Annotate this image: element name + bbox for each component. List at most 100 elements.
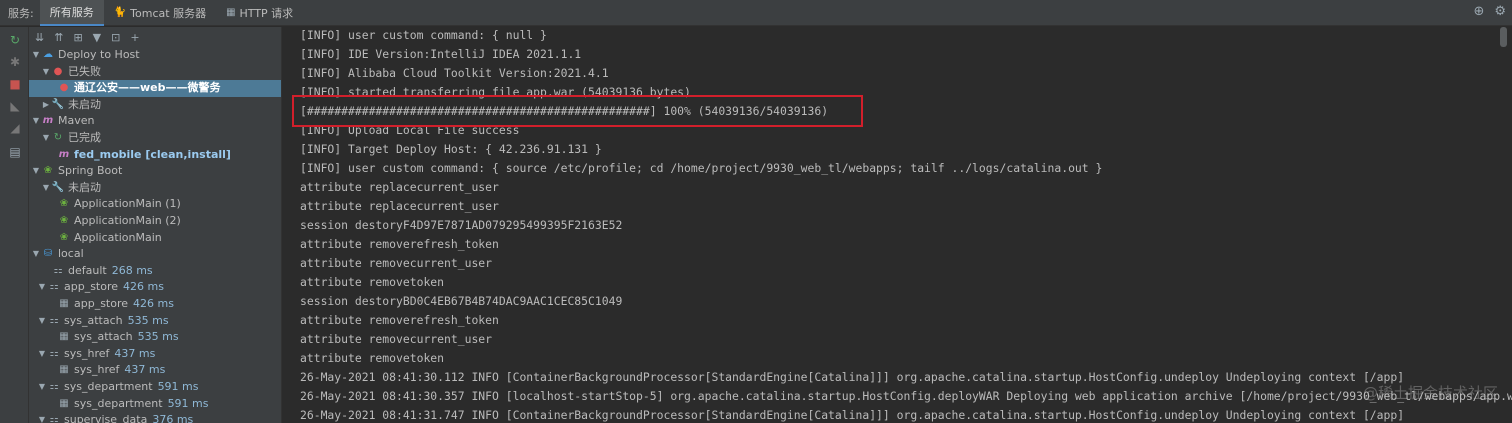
tree-item-application-main[interactable]: ❀ ApplicationMain bbox=[29, 230, 281, 247]
rerun-icon: ↻ bbox=[53, 132, 63, 143]
layout-icon[interactable]: ▤ bbox=[8, 145, 22, 159]
tomcat-icon: 🐈 bbox=[113, 7, 127, 18]
stop-icon[interactable]: ■ bbox=[8, 77, 22, 91]
topbar-actions: ⊕ ⚙ bbox=[1473, 4, 1506, 19]
tree-item-label: Deploy to Host bbox=[58, 48, 140, 61]
tree-item-sys-href-table[interactable]: ▦ sys_href 437 ms bbox=[29, 362, 281, 379]
maven-icon: m bbox=[42, 115, 54, 127]
group-icon[interactable]: ⊞ bbox=[73, 31, 82, 44]
error-icon: ● bbox=[53, 65, 63, 77]
console-output[interactable]: [INFO] user custom command: { null } [IN… bbox=[283, 27, 1512, 423]
chevron-down-icon[interactable]: ▼ bbox=[37, 279, 47, 296]
chevron-down-icon[interactable]: ▼ bbox=[31, 163, 41, 180]
table-icon: ▦ bbox=[59, 298, 69, 309]
console-line: attribute removecurrent_user bbox=[300, 256, 493, 270]
tree-item-app-store-table[interactable]: ▦ app_store 426 ms bbox=[29, 296, 281, 313]
tree-item-label: ApplicationMain (2) bbox=[74, 214, 181, 227]
filter-icon[interactable]: ▼ bbox=[93, 31, 101, 44]
tree-item-local[interactable]: ▼ ⛁ local bbox=[29, 246, 281, 263]
tab-http-request[interactable]: ▦ HTTP 请求 bbox=[216, 0, 303, 26]
new-tab-icon[interactable]: ⊡ bbox=[111, 31, 120, 44]
tree-item-deploy-target[interactable]: ● 通辽公安——web——微警务 bbox=[29, 80, 281, 97]
duration-label: 426 ms bbox=[123, 280, 164, 294]
tree-item-label: sys_attach bbox=[74, 330, 133, 344]
tree-item-application-main-2[interactable]: ❀ ApplicationMain (2) bbox=[29, 213, 281, 230]
expand-all-icon[interactable]: ⇊ bbox=[35, 31, 44, 44]
console-line: attribute removerefresh_token bbox=[300, 313, 499, 327]
wrench-icon: 🔧 bbox=[51, 181, 65, 193]
console-line: 26-May-2021 08:41:31.747 INFO [Container… bbox=[300, 408, 1405, 422]
progress-highlight-box bbox=[292, 95, 863, 127]
tree-item-spring-boot[interactable]: ▼ ❀ Spring Boot bbox=[29, 163, 281, 180]
console-icon: ⚏ bbox=[49, 314, 59, 326]
tree-item-label: app_store bbox=[74, 297, 129, 310]
tree-item-sys-href[interactable]: ▼ ⚏ sys_href 437 ms bbox=[29, 346, 281, 363]
tree-toolbar: ⇊ ⇈ ⊞ ▼ ⊡ + bbox=[29, 27, 281, 47]
tree-item-label: Spring Boot bbox=[58, 164, 123, 178]
chevron-down-icon[interactable]: ▼ bbox=[37, 412, 47, 423]
tree-item-label: fed_mobile [clean,install] bbox=[74, 147, 231, 161]
console-icon: ⚏ bbox=[49, 281, 59, 293]
wrench-icon: 🔧 bbox=[51, 98, 65, 110]
console-scrollbar[interactable] bbox=[1500, 27, 1507, 47]
tab-tomcat[interactable]: 🐈 Tomcat 服务器 bbox=[104, 0, 216, 26]
chevron-down-icon[interactable]: ▼ bbox=[41, 180, 51, 197]
deploy-icon[interactable]: ◣ bbox=[8, 99, 22, 113]
tree-item-sys-department[interactable]: ▼ ⚏ sys_department 591 ms bbox=[29, 379, 281, 396]
tree-item-label: 已失败 bbox=[68, 64, 101, 78]
undeploy-icon[interactable]: ◢ bbox=[8, 121, 22, 135]
gear-icon[interactable]: ⚙ bbox=[1494, 4, 1506, 19]
spring-icon: ❀ bbox=[59, 198, 69, 210]
tree-item-sys-attach-table[interactable]: ▦ sys_attach 535 ms bbox=[29, 329, 281, 346]
console-icon: ⚏ bbox=[49, 381, 59, 392]
tree-item-not-started[interactable]: ▶ 🔧 未启动 bbox=[29, 97, 281, 114]
services-label: 服务: bbox=[8, 6, 34, 20]
tree-item-sys-attach[interactable]: ▼ ⚏ sys_attach 535 ms bbox=[29, 313, 281, 330]
maven-icon: m bbox=[58, 148, 70, 160]
chevron-down-icon[interactable]: ▼ bbox=[31, 47, 41, 64]
tree-item-label: supervise_data bbox=[64, 413, 148, 423]
chevron-down-icon[interactable]: ▼ bbox=[41, 130, 51, 147]
add-service-icon[interactable]: ⊕ bbox=[1473, 4, 1484, 19]
tree-item-label: 未启动 bbox=[68, 180, 101, 194]
tree-item-finished[interactable]: ▼ ↻ 已完成 bbox=[29, 130, 281, 147]
tree-item-fed-mobile[interactable]: m fed_mobile [clean,install] bbox=[29, 147, 281, 164]
spring-icon: ❀ bbox=[59, 215, 69, 226]
debug-icon[interactable]: ✱ bbox=[8, 55, 22, 69]
chevron-down-icon[interactable]: ▼ bbox=[37, 346, 47, 363]
console-line: [INFO] Target Deploy Host: { 42.236.91.1… bbox=[300, 142, 602, 156]
tree-item-label: ApplicationMain bbox=[74, 230, 162, 244]
tree-item-app-store[interactable]: ▼ ⚏ app_store 426 ms bbox=[29, 279, 281, 296]
tab-all-services[interactable]: 所有服务 bbox=[39, 0, 104, 26]
chevron-down-icon[interactable]: ▼ bbox=[37, 313, 47, 330]
tree-item-default[interactable]: ⚏ default 268 ms bbox=[29, 263, 281, 280]
services-topbar: 服务: 所有服务 🐈 Tomcat 服务器 ▦ HTTP 请求 ⊕ ⚙ bbox=[0, 0, 1512, 26]
tree-item-label: Maven bbox=[58, 114, 95, 128]
tree-item-not-started[interactable]: ▼ 🔧 未启动 bbox=[29, 180, 281, 197]
watermark: @稀土掘金技术社区 bbox=[1362, 384, 1498, 402]
chevron-down-icon[interactable]: ▼ bbox=[41, 64, 51, 81]
tab-label: HTTP 请求 bbox=[239, 6, 294, 20]
error-icon: ● bbox=[59, 82, 69, 94]
tree-item-maven[interactable]: ▼ m Maven bbox=[29, 113, 281, 130]
tree-item-label: sys_href bbox=[64, 346, 110, 360]
chevron-right-icon[interactable]: ▶ bbox=[41, 97, 51, 114]
add-icon[interactable]: + bbox=[130, 31, 139, 44]
tree-item-label: 未启动 bbox=[68, 97, 101, 111]
tree-item-label: ApplicationMain (1) bbox=[74, 197, 181, 211]
chevron-down-icon[interactable]: ▼ bbox=[31, 113, 41, 130]
tree-item-label: sys_department bbox=[64, 380, 153, 393]
tree-item-sys-department-table[interactable]: ▦ sys_department 591 ms bbox=[29, 396, 281, 413]
rerun-icon[interactable]: ↻ bbox=[8, 33, 22, 47]
tree-item-failed[interactable]: ▼ ● 已失败 bbox=[29, 64, 281, 81]
collapse-all-icon[interactable]: ⇈ bbox=[54, 31, 63, 44]
http-icon: ▦ bbox=[226, 7, 236, 18]
spring-icon: ❀ bbox=[43, 165, 53, 177]
chevron-down-icon[interactable]: ▼ bbox=[37, 379, 47, 396]
tree-item-application-main-1[interactable]: ❀ ApplicationMain (1) bbox=[29, 196, 281, 213]
duration-label: 268 ms bbox=[111, 263, 153, 277]
tree-item-supervise-data[interactable]: ▼ ⚏ supervise_data 376 ms bbox=[29, 412, 281, 423]
console-line: session destoryF4D97E7871AD079295499395F… bbox=[300, 218, 623, 232]
tree-item-deploy-to-host[interactable]: ▼ ☁ Deploy to Host bbox=[29, 47, 281, 64]
chevron-down-icon[interactable]: ▼ bbox=[31, 246, 41, 263]
